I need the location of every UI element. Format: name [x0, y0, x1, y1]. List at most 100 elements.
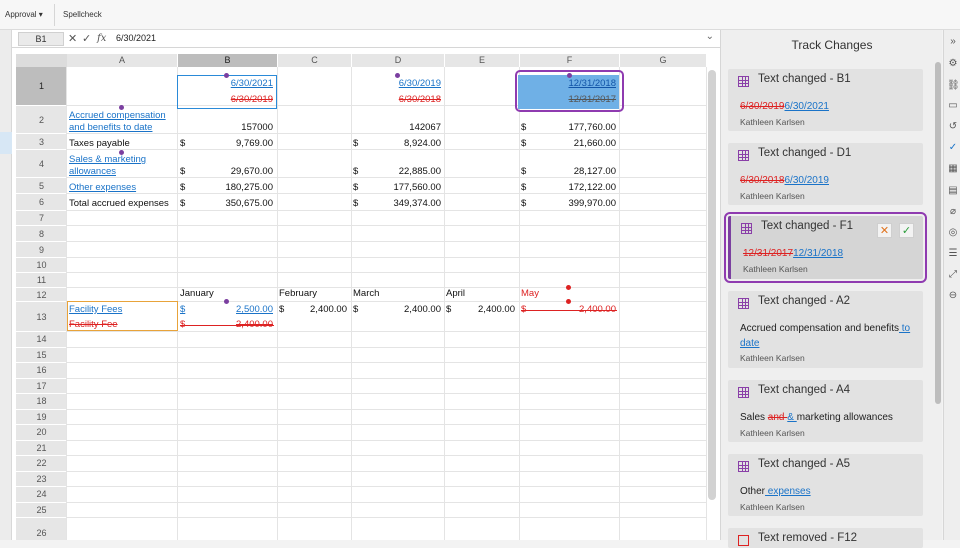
cell-f1-new[interactable]: 12/31/2018 — [520, 78, 616, 90]
cell-d5[interactable]: 177,560.00 — [352, 182, 441, 194]
cell-d2[interactable]: 142067 — [352, 122, 441, 134]
cell-f6[interactable]: 399,970.00 — [520, 198, 616, 210]
formula-input[interactable]: 6/30/2021 — [116, 33, 156, 43]
column-header-c[interactable]: C — [278, 54, 352, 67]
expand-icon[interactable]: ⤢ — [947, 269, 959, 281]
panel-scrollbar[interactable] — [935, 62, 941, 404]
column-header-g[interactable]: G — [620, 54, 707, 67]
cell-b1-old[interactable]: 6/30/2019 — [179, 94, 273, 106]
change-card-b1[interactable]: Text changed - B1 6/30/20196/30/2021 Kat… — [728, 69, 923, 131]
change-card-f1[interactable]: Text changed - F1 ✕ ✓ 12/31/201712/31/20… — [724, 212, 927, 283]
table-icon[interactable]: ▤ — [947, 185, 959, 197]
row-header-11[interactable]: 11 — [16, 273, 67, 288]
row-header-3[interactable]: 3 — [16, 134, 67, 150]
column-header-e[interactable]: E — [445, 54, 520, 67]
cell-f5[interactable]: 172,122.00 — [520, 182, 616, 194]
row-header-24[interactable]: 24 — [16, 487, 67, 503]
change-card-a5[interactable]: Text changed - A5 Other expenses Kathlee… — [728, 454, 923, 516]
select-all-corner[interactable] — [16, 54, 67, 67]
link-icon[interactable]: ⛓ — [947, 80, 960, 92]
name-box[interactable]: B1 — [18, 32, 64, 46]
cell-e12[interactable]: April — [446, 288, 465, 300]
cell-b12[interactable]: January — [180, 288, 214, 300]
column-header-f[interactable]: F — [520, 54, 620, 67]
cell-e13[interactable]: 2,400.00 — [445, 304, 515, 316]
cell-b13-new[interactable]: 2,500.00 — [179, 304, 273, 316]
cell-a2-line2[interactable]: and benefits to date — [69, 122, 152, 134]
row-header-8[interactable]: 8 — [16, 226, 67, 242]
layers-icon[interactable]: ☰ — [947, 248, 959, 260]
row-header-17[interactable]: 17 — [16, 378, 67, 394]
row-header-25[interactable]: 25 — [16, 502, 67, 518]
cell-d1-old[interactable]: 6/30/2018 — [352, 94, 441, 106]
grid-scrollbar[interactable] — [708, 70, 716, 500]
row-header-7[interactable]: 7 — [16, 211, 67, 226]
expand-formula-icon[interactable]: ⌄ — [706, 31, 714, 42]
cell-d13[interactable]: 2,400.00 — [352, 304, 441, 316]
cell-c12[interactable]: February — [279, 288, 317, 300]
reject-change-button[interactable]: ✕ — [877, 223, 892, 238]
cell-a4-line2[interactable]: allowances — [69, 166, 116, 178]
row-header-15[interactable]: 15 — [16, 347, 67, 363]
cell-a4-line1[interactable]: Sales & marketing — [69, 154, 146, 166]
cancel-icon[interactable]: ✕ — [68, 32, 77, 46]
confirm-icon[interactable]: ✓ — [82, 32, 91, 46]
row-header-19[interactable]: 19 — [16, 409, 67, 425]
column-header-b[interactable]: B — [178, 54, 278, 67]
spellcheck-button[interactable]: Spellcheck — [63, 10, 102, 19]
cell-a2-line1[interactable]: Accrued compensation — [69, 110, 166, 122]
cell-f4[interactable]: 28,127.00 — [520, 166, 616, 178]
row-header-10[interactable]: 10 — [16, 258, 67, 273]
row-header-6[interactable]: 6 — [16, 194, 67, 211]
cell-b6[interactable]: 350,675.00 — [179, 198, 273, 210]
cell-a5[interactable]: Other expenses — [69, 182, 136, 194]
approval-menu[interactable]: Approval ▾ — [5, 10, 43, 19]
row-header-4[interactable]: 4 — [16, 150, 67, 178]
row-header-16[interactable]: 16 — [16, 363, 67, 379]
column-header-a[interactable]: A — [67, 54, 178, 67]
cell-a13-new[interactable]: Facility Fees — [69, 304, 122, 316]
more-icon[interactable]: ⊖ — [947, 290, 959, 302]
row-header-23[interactable]: 23 — [16, 471, 67, 487]
cell-d4[interactable]: 22,885.00 — [352, 166, 441, 178]
change-card-a2[interactable]: Text changed - A2 Accrued compensation a… — [728, 291, 923, 368]
checkmark-icon[interactable]: ◎ — [947, 227, 959, 239]
cell-b5[interactable]: 180,275.00 — [179, 182, 273, 194]
cell-a6[interactable]: Total accrued expenses — [69, 198, 169, 210]
row-header-26[interactable]: 26 — [16, 518, 67, 540]
gear-icon[interactable]: ⚙ — [947, 58, 959, 70]
history-icon[interactable]: ↺ — [947, 121, 959, 133]
function-icon[interactable]: fx — [97, 32, 106, 46]
collapse-panel-icon[interactable]: » — [947, 36, 959, 48]
cell-b4[interactable]: 29,670.00 — [179, 166, 273, 178]
cell-d3[interactable]: 8,924.00 — [352, 138, 441, 150]
row-header-18[interactable]: 18 — [16, 394, 67, 410]
row-header-21[interactable]: 21 — [16, 440, 67, 456]
change-card-a4[interactable]: Text changed - A4 Sales and & marketing … — [728, 380, 923, 442]
cell-f1-old[interactable]: 12/31/2017 — [520, 94, 616, 106]
row-header-1[interactable]: 1 — [16, 67, 67, 106]
cell-b2[interactable]: 157000 — [179, 122, 273, 134]
row-header-2[interactable]: 2 — [16, 106, 67, 134]
cell-f12[interactable]: May — [521, 288, 539, 300]
change-card-f12[interactable]: Text removed - F12 — [728, 528, 923, 548]
row-header-9[interactable]: 9 — [16, 242, 67, 258]
cell-b3[interactable]: 9,769.00 — [179, 138, 273, 150]
row-header-14[interactable]: 14 — [16, 332, 67, 348]
track-changes-icon[interactable]: ✓ — [947, 142, 959, 154]
cell-b1-new[interactable]: 6/30/2021 — [179, 78, 273, 90]
cell-c13[interactable]: 2,400.00 — [278, 304, 347, 316]
spreadsheet-grid[interactable]: ABCDEFG 1 2 3 4 5 6 7 8 9 10 11 12 13 14 15 16 17 18 19 20 2… — [12, 48, 720, 540]
column-header-d[interactable]: D — [352, 54, 445, 67]
cell-f3[interactable]: 21,660.00 — [520, 138, 616, 150]
cell-a13-old[interactable]: Facility Fee — [69, 319, 118, 331]
cell-d12[interactable]: March — [353, 288, 379, 300]
change-card-d1[interactable]: Text changed - D1 6/30/20186/30/2019 Kat… — [728, 143, 923, 205]
comment-icon[interactable]: ▭ — [947, 100, 959, 112]
attachment-icon[interactable]: ⌀ — [947, 206, 959, 218]
cell-f2[interactable]: 177,760.00 — [520, 122, 616, 134]
row-header-22[interactable]: 22 — [16, 456, 67, 472]
row-header-5[interactable]: 5 — [16, 178, 67, 194]
chart-icon[interactable]: ▦ — [947, 163, 959, 175]
cell-a3[interactable]: Taxes payable — [69, 138, 130, 150]
